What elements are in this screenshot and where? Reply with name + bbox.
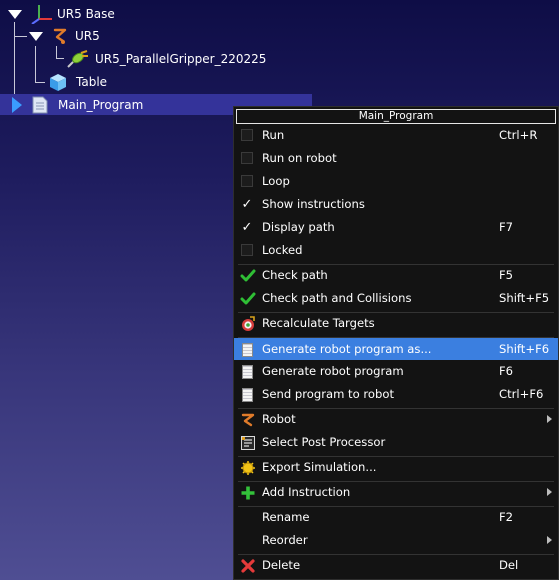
green-check-icon bbox=[240, 291, 256, 307]
menu-item-shortcut: Shift+F6 bbox=[499, 342, 550, 356]
tree-item-ur5-base[interactable]: UR5 Base bbox=[8, 3, 115, 25]
tree-item-table[interactable]: Table bbox=[48, 71, 107, 93]
tree-item-ur5[interactable]: UR5 bbox=[29, 25, 100, 47]
export-simulation-icon bbox=[240, 460, 256, 476]
tree-label-ur5: UR5 bbox=[75, 29, 100, 43]
context-menu: Main_Program Run Ctrl+R Run on robot Loo… bbox=[233, 106, 559, 580]
checkmark-icon[interactable]: ✓ bbox=[240, 220, 256, 236]
red-x-icon bbox=[240, 558, 256, 574]
menu-item-label: Add Instruction bbox=[262, 485, 351, 499]
menu-item-shortcut: Shift+F5 bbox=[499, 291, 550, 305]
target-icon bbox=[240, 316, 256, 332]
menu-item-reorder[interactable]: Reorder bbox=[234, 529, 558, 552]
menu-item-send-program-to-robot[interactable]: Send program to robot Ctrl+F6 bbox=[234, 383, 558, 406]
menu-item-shortcut: Ctrl+F6 bbox=[499, 387, 544, 401]
tree-label-ur5-base: UR5 Base bbox=[57, 7, 115, 21]
menu-item-label: Generate robot program as... bbox=[262, 342, 432, 356]
menu-item-label: Robot bbox=[262, 412, 296, 426]
menu-item-display-path[interactable]: ✓ Display path F7 bbox=[234, 216, 558, 239]
menu-item-show-instructions[interactable]: ✓ Show instructions bbox=[234, 193, 558, 216]
menu-item-label: Delete bbox=[262, 558, 301, 572]
expand-arrow-icon[interactable] bbox=[29, 31, 43, 41]
menu-item-shortcut: F6 bbox=[499, 364, 514, 378]
tree-connector-line bbox=[56, 46, 57, 58]
document-icon bbox=[240, 387, 256, 403]
menu-item-label: Rename bbox=[262, 510, 310, 524]
menu-item-generate-robot-program[interactable]: Generate robot program F6 bbox=[234, 360, 558, 383]
robot-arm-icon bbox=[240, 412, 256, 428]
collapsed-arrow-icon[interactable] bbox=[12, 97, 22, 113]
menu-item-label: Select Post Processor bbox=[262, 435, 386, 449]
submenu-arrow-icon bbox=[547, 415, 552, 423]
tree-connector-line bbox=[14, 36, 27, 37]
menu-item-label: Locked bbox=[262, 243, 303, 257]
gripper-tool-icon bbox=[66, 49, 90, 69]
menu-item-label: Check path bbox=[262, 268, 328, 282]
robot-arm-icon bbox=[51, 27, 69, 45]
green-check-icon bbox=[240, 268, 256, 284]
menu-item-shortcut: F2 bbox=[499, 510, 514, 524]
menu-item-label: Generate robot program bbox=[262, 364, 404, 378]
tree-label-main-program: Main_Program bbox=[58, 98, 144, 112]
menu-item-generate-robot-program-as[interactable]: Generate robot program as... Shift+F6 bbox=[234, 338, 558, 360]
menu-item-check-path[interactable]: Check path F5 bbox=[234, 264, 558, 287]
expand-arrow-icon[interactable] bbox=[8, 9, 22, 19]
submenu-arrow-icon bbox=[547, 536, 552, 544]
menu-item-export-simulation[interactable]: Export Simulation... bbox=[234, 456, 558, 479]
menu-item-shortcut: Del bbox=[499, 558, 519, 572]
box-object-icon bbox=[48, 72, 68, 92]
checkbox-unchecked-icon[interactable] bbox=[240, 128, 256, 144]
tree-connector-line bbox=[56, 58, 64, 59]
menu-item-loop[interactable]: Loop bbox=[234, 170, 558, 193]
menu-item-label: Run on robot bbox=[262, 151, 337, 165]
menu-item-label: Reorder bbox=[262, 533, 308, 547]
menu-item-locked[interactable]: Locked bbox=[234, 239, 558, 262]
menu-item-label: Recalculate Targets bbox=[262, 316, 375, 330]
document-icon bbox=[240, 342, 256, 358]
menu-item-shortcut: Ctrl+R bbox=[499, 128, 538, 142]
menu-item-label: Display path bbox=[262, 220, 335, 234]
menu-item-label: Send program to robot bbox=[262, 387, 394, 401]
tree-item-gripper[interactable]: UR5_ParallelGripper_220225 bbox=[66, 48, 266, 70]
green-plus-icon bbox=[240, 485, 256, 501]
tree-connector-line bbox=[35, 82, 45, 83]
menu-item-check-path-and-collisions[interactable]: Check path and Collisions Shift+F5 bbox=[234, 287, 558, 310]
menu-item-rename[interactable]: Rename F2 bbox=[234, 506, 558, 529]
menu-item-label: Check path and Collisions bbox=[262, 291, 412, 305]
coordinate-frame-icon bbox=[31, 4, 53, 25]
submenu-arrow-icon bbox=[547, 488, 552, 496]
checkbox-unchecked-icon[interactable] bbox=[240, 151, 256, 167]
tree-item-main-program[interactable]: Main_Program bbox=[12, 94, 143, 116]
menu-item-label: Run bbox=[262, 128, 285, 142]
menu-item-shortcut: F7 bbox=[499, 220, 514, 234]
menu-item-label: Loop bbox=[262, 174, 290, 188]
menu-item-select-post-processor[interactable]: Select Post Processor bbox=[234, 431, 558, 454]
menu-item-delete[interactable]: Delete Del bbox=[234, 554, 558, 577]
menu-item-add-instruction[interactable]: Add Instruction bbox=[234, 481, 558, 504]
menu-item-robot[interactable]: Robot bbox=[234, 408, 558, 431]
menu-item-run-on-robot[interactable]: Run on robot bbox=[234, 147, 558, 170]
tree-connector-line bbox=[35, 46, 36, 82]
checkbox-unchecked-icon[interactable] bbox=[240, 174, 256, 190]
checkbox-unchecked-icon[interactable] bbox=[240, 243, 256, 259]
menu-item-label: Show instructions bbox=[262, 197, 365, 211]
document-icon bbox=[240, 364, 256, 380]
menu-item-label: Export Simulation... bbox=[262, 460, 377, 474]
menu-item-run[interactable]: Run Ctrl+R bbox=[234, 124, 558, 147]
tree-label-table: Table bbox=[76, 75, 108, 89]
post-processor-icon bbox=[240, 435, 256, 451]
checkmark-icon[interactable]: ✓ bbox=[240, 197, 256, 213]
program-document-icon bbox=[32, 96, 48, 114]
menu-item-recalculate-targets[interactable]: Recalculate Targets bbox=[234, 312, 558, 335]
menu-item-shortcut: F5 bbox=[499, 268, 514, 282]
tree-connector-line bbox=[14, 22, 15, 94]
tree-label-gripper: UR5_ParallelGripper_220225 bbox=[95, 52, 267, 66]
context-menu-title: Main_Program bbox=[236, 109, 556, 124]
